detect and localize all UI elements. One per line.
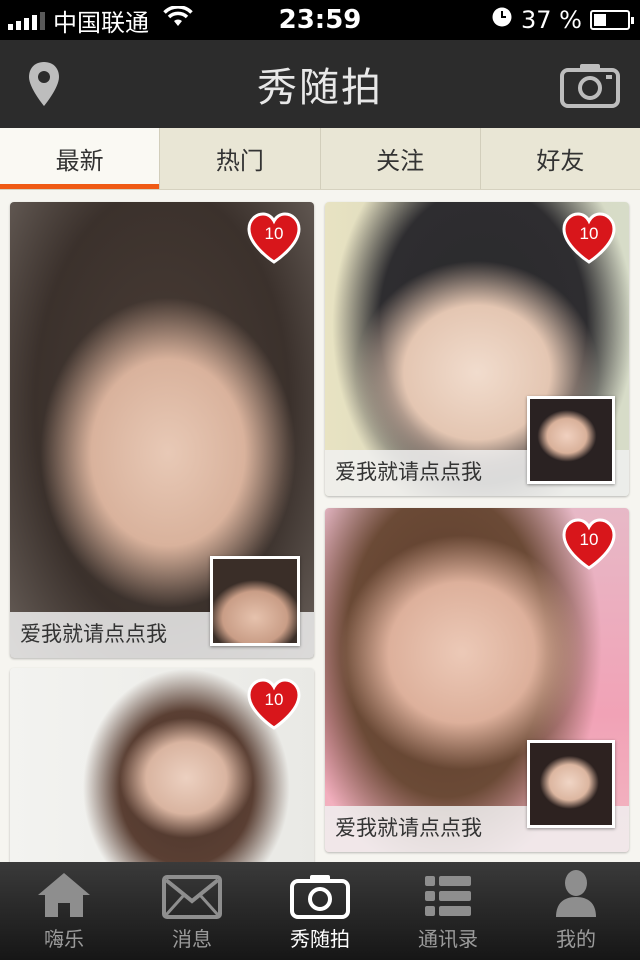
- camera-icon: [560, 64, 620, 108]
- photo-caption: 爱我就请点点我: [335, 460, 482, 484]
- location-pin-icon[interactable]: [26, 60, 62, 112]
- photo-card[interactable]: 10: [10, 668, 314, 862]
- photo-card[interactable]: 爱我就请点点我 10: [10, 202, 314, 658]
- like-badge[interactable]: 10: [561, 518, 617, 570]
- tabbar-item-profile[interactable]: 我的: [512, 862, 640, 960]
- tabbar-item-snapshot[interactable]: 秀随拍: [256, 862, 384, 960]
- filter-tabs: 最新 热门 关注 好友: [0, 128, 640, 190]
- tabbar-label: 消息: [172, 927, 212, 951]
- like-badge[interactable]: 10: [561, 212, 617, 264]
- status-bar: 中国联通 23:59 37 %: [0, 0, 640, 40]
- carrier-name: 中国联通: [53, 8, 149, 37]
- tab-friends[interactable]: 好友: [481, 128, 640, 189]
- tabbar-label: 嗨乐: [44, 927, 84, 951]
- avatar[interactable]: [527, 740, 615, 828]
- avatar[interactable]: [210, 556, 300, 646]
- like-count: 10: [579, 224, 599, 243]
- like-count: 10: [264, 690, 284, 709]
- photo-feed[interactable]: 爱我就请点点我 10 爱我就请点点我 10 10 爱我就请点点我 10: [0, 190, 640, 862]
- person-icon: [556, 870, 596, 917]
- photo-card[interactable]: 爱我就请点点我 10: [325, 202, 629, 496]
- nav-bar: 秀随拍: [0, 40, 640, 128]
- tabbar-label: 我的: [556, 927, 596, 951]
- battery-icon: [590, 10, 634, 30]
- tabbar-label: 秀随拍: [290, 927, 350, 951]
- photo-card[interactable]: 爱我就请点点我 10: [325, 508, 629, 852]
- list-icon: [425, 876, 471, 916]
- like-badge[interactable]: 10: [246, 212, 302, 264]
- tabbar-item-messages[interactable]: 消息: [128, 862, 256, 960]
- tab-following[interactable]: 关注: [321, 128, 481, 189]
- tab-hot[interactable]: 热门: [160, 128, 321, 189]
- tabbar-label: 通讯录: [418, 927, 478, 951]
- camera-button[interactable]: [560, 62, 620, 112]
- tab-latest[interactable]: 最新: [0, 128, 161, 189]
- photo-caption: 爱我就请点点我: [335, 816, 482, 840]
- like-count: 10: [264, 224, 284, 243]
- alarm-clock-icon: [491, 6, 513, 34]
- tabbar-item-contacts[interactable]: 通讯录: [384, 862, 512, 960]
- home-icon: [38, 873, 90, 917]
- wifi-icon: [163, 5, 193, 34]
- like-count: 10: [579, 530, 599, 549]
- page-title: 秀随拍: [257, 65, 383, 111]
- camera-icon: [290, 875, 350, 919]
- battery-percent: 37 %: [521, 6, 582, 34]
- photo-caption: 爱我就请点点我: [20, 622, 167, 646]
- signal-strength-icon: [8, 10, 45, 30]
- like-badge[interactable]: 10: [246, 678, 302, 730]
- envelope-icon: [162, 875, 222, 919]
- avatar[interactable]: [527, 396, 615, 484]
- bottom-tab-bar: 嗨乐 消息 秀随拍 通讯录 我的: [0, 862, 640, 960]
- tabbar-item-home[interactable]: 嗨乐: [0, 862, 128, 960]
